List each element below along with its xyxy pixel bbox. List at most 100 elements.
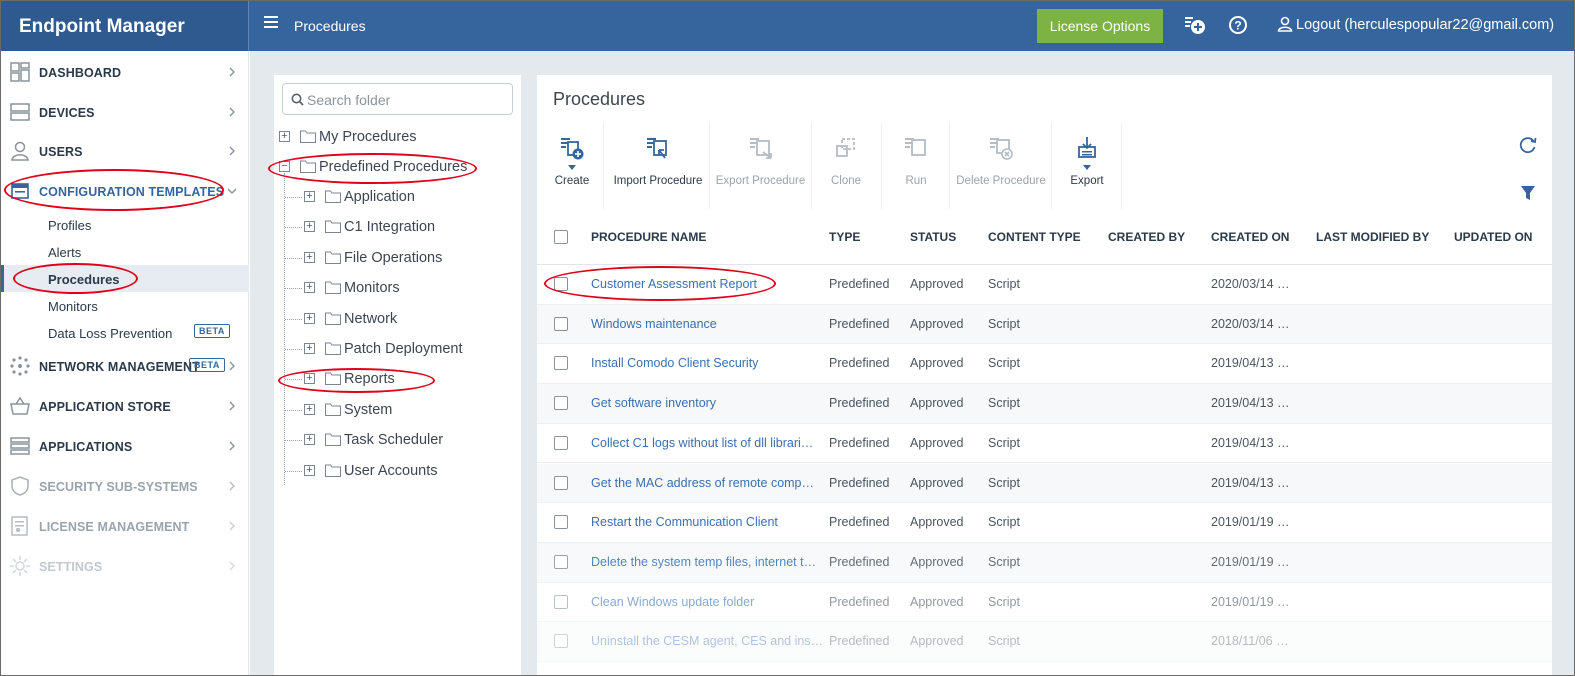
beta-badge: BETA <box>194 324 230 338</box>
collapse-icon[interactable]: − <box>279 161 290 172</box>
sidebar-item-license-management[interactable]: LICENSE MANAGEMENT <box>1 507 249 545</box>
procedure-name-link[interactable]: Uninstall the CESM agent, CES and ins… <box>591 634 823 648</box>
help-icon[interactable]: ? <box>1227 14 1249 36</box>
row-checkbox[interactable] <box>554 356 568 371</box>
search-folder-input[interactable] <box>307 90 507 110</box>
expand-icon[interactable]: + <box>304 403 315 415</box>
refresh-icon[interactable] <box>1518 135 1538 155</box>
procedure-name-link[interactable]: Customer Assessment Report <box>591 277 757 291</box>
column-header[interactable]: STATUS <box>910 230 956 244</box>
column-header[interactable]: CONTENT TYPE <box>988 230 1081 244</box>
svg-text:?: ? <box>1234 19 1241 33</box>
procedure-name-link[interactable]: Collect C1 logs without list of dll libr… <box>591 436 813 450</box>
run-button[interactable]: Run <box>889 123 943 209</box>
sidebar-subitem-label: Monitors <box>48 299 98 314</box>
menu-toggle-icon[interactable] <box>264 16 278 30</box>
expand-icon[interactable]: + <box>304 312 315 324</box>
row-checkbox[interactable] <box>554 396 568 411</box>
user-icon <box>11 141 29 161</box>
expand-icon[interactable]: + <box>304 373 315 385</box>
sidebar-item-label: SETTINGS <box>39 560 103 574</box>
delete-procedure-button[interactable]: Delete Procedure <box>955 123 1047 209</box>
column-header[interactable]: PROCEDURE NAME <box>591 230 706 244</box>
row-checkbox[interactable] <box>554 594 568 609</box>
procedure-name-link[interactable]: Get the MAC address of remote comp… <box>591 476 814 490</box>
procedure-name-link[interactable]: Clean Windows update folder <box>591 595 754 609</box>
row-checkbox[interactable] <box>554 515 568 530</box>
import-procedure-button[interactable]: Import Procedure <box>609 123 707 209</box>
procedure-name-link[interactable]: Delete the system temp files, internet t… <box>591 555 816 569</box>
sidebar-item-users[interactable]: USERS <box>1 132 249 170</box>
procedure-name-link[interactable]: Windows maintenance <box>591 317 717 331</box>
expand-icon[interactable]: + <box>304 191 315 202</box>
row-checkbox[interactable] <box>554 277 568 291</box>
expand-icon[interactable]: + <box>304 221 315 233</box>
folder-icon <box>325 403 341 416</box>
tree-connector <box>285 227 302 229</box>
expand-icon[interactable]: + <box>279 131 290 142</box>
table-row[interactable]: Clean Windows update folder Predefined App… <box>537 583 1552 623</box>
sidebar-subitem-alerts[interactable]: Alerts <box>1 238 249 265</box>
column-header[interactable]: LAST MODIFIED BY <box>1316 230 1429 244</box>
procedure-content-type: Script <box>988 594 1020 609</box>
sidebar-subitem-data-loss-prevention[interactable]: Data Loss Prevention BETA <box>1 319 249 346</box>
table-row[interactable]: Delete the system temp files, internet t… <box>537 542 1552 583</box>
column-header[interactable]: CREATED ON <box>1211 230 1289 244</box>
row-checkbox[interactable] <box>554 475 568 490</box>
table-row[interactable]: Uninstall the CESM agent, CES and ins… Pr… <box>537 622 1552 662</box>
sidebar-item-security-sub-systems[interactable]: SECURITY SUB-SYSTEMS <box>1 467 249 505</box>
delete-icon <box>990 138 1013 160</box>
column-header[interactable]: UPDATED ON <box>1454 230 1532 244</box>
table-row[interactable]: Get the MAC address of remote comp… Prede… <box>537 463 1552 504</box>
sidebar-item-configuration-templates[interactable]: CONFIGURATION TEMPLATES <box>1 172 249 210</box>
sidebar-item-network-management[interactable]: NETWORK MANAGEMENT BETA <box>1 347 249 385</box>
procedure-status: Approved <box>910 316 964 331</box>
create-button[interactable]: Create <box>545 123 599 209</box>
chevron-right-icon <box>229 481 235 491</box>
sidebar-item-application-store[interactable]: APPLICATION STORE <box>1 387 249 425</box>
license-options-button[interactable]: License Options <box>1037 9 1163 43</box>
row-checkbox[interactable] <box>554 554 568 569</box>
expand-icon[interactable]: + <box>304 282 315 294</box>
expand-icon[interactable]: + <box>304 251 315 263</box>
procedure-status: Approved <box>910 277 964 291</box>
sidebar-subitem-procedures[interactable]: Procedures <box>1 265 249 292</box>
expand-icon[interactable]: + <box>304 464 315 476</box>
table-row[interactable]: Restart the Communication Client Predefin… <box>537 503 1552 543</box>
tree-connector <box>285 197 302 198</box>
row-checkbox[interactable] <box>554 435 568 450</box>
table-row[interactable]: Get software inventory Predefined Approved… <box>537 384 1552 424</box>
row-checkbox[interactable] <box>554 316 568 331</box>
sidebar-item-applications[interactable]: APPLICATIONS <box>1 427 249 465</box>
user-icon <box>1277 16 1293 32</box>
expand-icon[interactable]: + <box>304 434 315 446</box>
column-header[interactable]: CREATED BY <box>1108 230 1185 244</box>
add-procedure-icon[interactable] <box>1184 14 1206 36</box>
export-procedure-button[interactable]: Export Procedure <box>713 123 808 209</box>
sidebar-subitem-profiles[interactable]: Profiles <box>1 211 249 238</box>
filter-icon[interactable] <box>1520 185 1536 201</box>
export-button[interactable]: Export <box>1061 123 1113 209</box>
sidebar-item-dashboard[interactable]: DASHBOARD <box>1 53 249 91</box>
procedure-name-link[interactable]: Restart the Communication Client <box>591 515 778 529</box>
table-row[interactable]: Customer Assessment Report Predefined Appr… <box>537 265 1552 305</box>
table-row[interactable]: Collect C1 logs without list of dll libr… <box>537 424 1552 464</box>
logout-link[interactable]: Logout (herculespopular22@gmail.com) <box>1277 16 1554 33</box>
procedure-name-link[interactable]: Get software inventory <box>591 396 716 410</box>
sidebar-subitem-monitors[interactable]: Monitors <box>1 292 249 319</box>
expand-icon[interactable]: + <box>304 343 315 354</box>
row-checkbox[interactable] <box>554 634 568 649</box>
sidebar-item-settings[interactable]: SETTINGS <box>1 547 249 585</box>
procedure-name-link[interactable]: Install Comodo Client Security <box>591 356 758 370</box>
table-row[interactable]: Windows maintenance Predefined Approved Scr… <box>537 304 1552 345</box>
column-header[interactable]: TYPE <box>829 230 860 244</box>
sidebar-item-devices[interactable]: DEVICES <box>1 93 249 131</box>
clone-button[interactable]: Clone <box>817 123 875 209</box>
run-icon <box>905 138 926 156</box>
table-row[interactable]: Install Comodo Client Security Predefined… <box>537 344 1552 385</box>
export-procedure-icon <box>749 138 772 159</box>
search-folder-field[interactable] <box>282 83 513 115</box>
procedure-created-on: 2019/01/19 … <box>1211 554 1290 569</box>
select-all-checkbox[interactable] <box>554 230 568 244</box>
procedure-created-on: 2019/01/19 … <box>1211 594 1290 609</box>
